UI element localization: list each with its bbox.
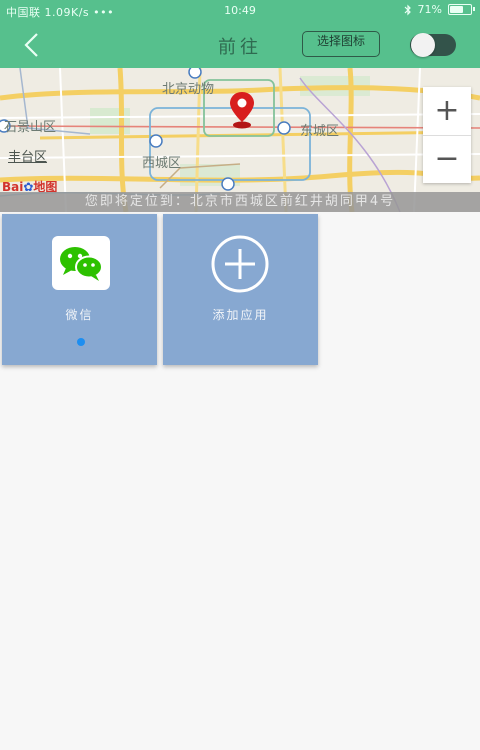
page-title: 前往: [218, 37, 262, 58]
add-circle-icon: [211, 235, 269, 293]
active-indicator-dot: [77, 338, 85, 346]
map-label: 北京动物: [162, 82, 215, 97]
location-pin-icon: [230, 92, 254, 129]
zoom-out-button[interactable]: −: [423, 135, 471, 183]
battery-icon: [448, 4, 475, 15]
zoom-in-button[interactable]: +: [423, 87, 471, 135]
app-tile-add[interactable]: 添加应用: [163, 214, 318, 365]
back-arrow-icon: [24, 33, 38, 57]
wechat-icon: [52, 236, 110, 290]
app-tile-wechat[interactable]: 微信: [2, 214, 157, 365]
map-label: 西城区: [142, 156, 182, 171]
battery-level: [450, 6, 464, 13]
zoom-control: + −: [423, 87, 471, 183]
toggle-switch[interactable]: [410, 33, 456, 57]
toggle-knob: [411, 33, 435, 57]
wechat-bubbles-icon: [60, 247, 103, 281]
map-label: 石景山区: [4, 120, 57, 135]
map-label: 丰台区: [8, 150, 48, 165]
back-button[interactable]: [14, 30, 48, 60]
battery-percent: 71%: [417, 3, 442, 16]
status-bar: 中国联 1.09K/s ••• 10:49 71%: [0, 0, 480, 22]
location-text: 您即将定位到：北京市西城区前红井胡同甲4号: [0, 192, 480, 212]
map-label: 东城区: [300, 124, 340, 139]
select-icon-button[interactable]: 选择图标: [302, 31, 380, 57]
title-bar: 前往 选择图标: [0, 22, 480, 68]
app-label: 添加应用: [212, 308, 269, 322]
app-label: 微信: [65, 308, 94, 322]
map-view[interactable]: 北京动物 石景山区 丰台区 西城区 东城区 Bai✿地图 + −: [0, 68, 480, 212]
zoom-divider: [423, 135, 471, 136]
bluetooth-icon: [404, 4, 411, 15]
